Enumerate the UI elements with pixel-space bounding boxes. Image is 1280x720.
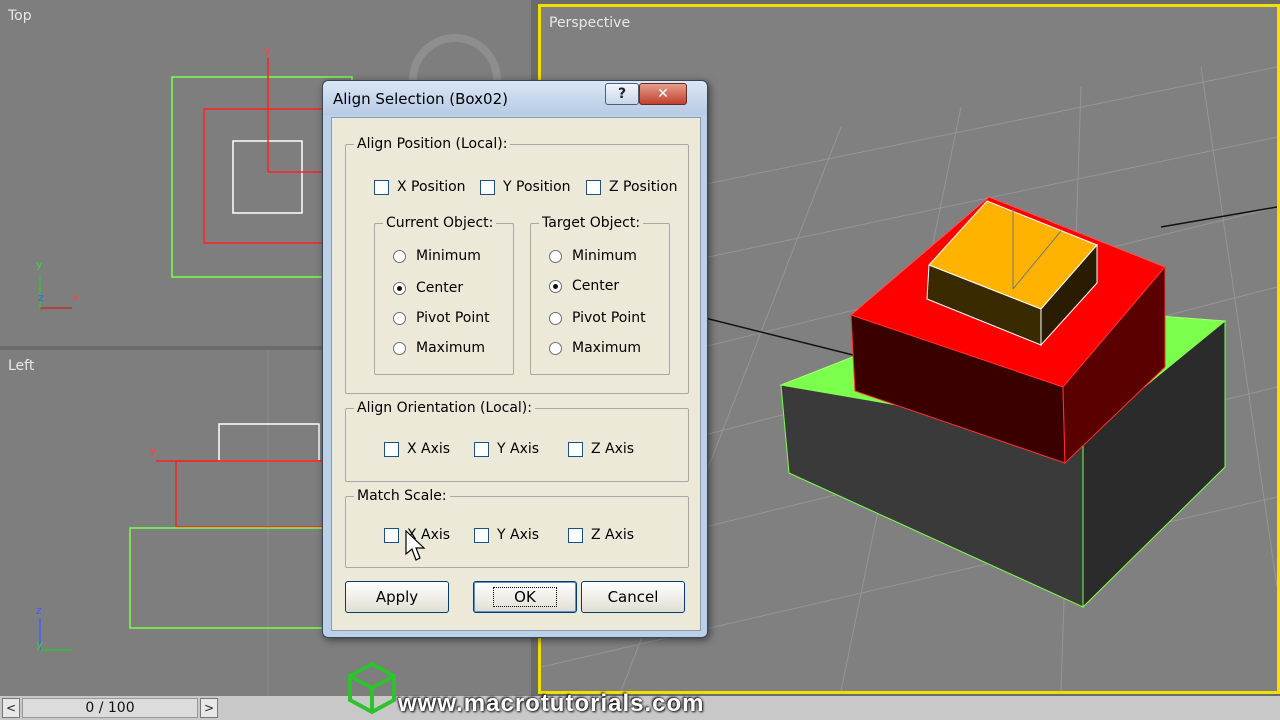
- align-orientation-title: Align Orientation (Local):: [354, 400, 535, 416]
- dialog-title: Align Selection (Box02): [333, 90, 508, 108]
- target-object-group: Target Object: Minimum Center Pivot Poin…: [530, 215, 670, 375]
- z-position-checkbox[interactable]: Z Position: [586, 179, 678, 195]
- ok-button-label: OK: [493, 587, 557, 607]
- target-maximum-radio[interactable]: Maximum: [549, 340, 641, 356]
- target-object-title: Target Object:: [539, 215, 644, 231]
- align-orientation-group: Align Orientation (Local): X Axis Y Axis…: [345, 400, 689, 482]
- x-position-box[interactable]: [374, 179, 389, 195]
- z-position-box[interactable]: [586, 179, 601, 195]
- y-position-label: Y Position: [503, 179, 571, 195]
- apply-button[interactable]: Apply: [345, 581, 449, 613]
- scale-y-axis-checkbox[interactable]: Y Axis: [474, 527, 539, 543]
- close-button[interactable]: ✕: [639, 83, 687, 105]
- time-prev-button[interactable]: <: [2, 698, 20, 718]
- x-position-checkbox[interactable]: X Position: [374, 179, 466, 195]
- help-button[interactable]: ?: [605, 83, 639, 105]
- mouse-pointer-icon: [405, 530, 426, 561]
- dialog-title-bar[interactable]: Align Selection (Box02) ? ✕: [323, 81, 707, 115]
- current-object-title: Current Object:: [383, 215, 497, 231]
- red-box-outline: [203, 108, 325, 244]
- white-box-side: [218, 423, 320, 462]
- orient-z-axis-checkbox[interactable]: Z Axis: [568, 441, 634, 457]
- y-position-checkbox[interactable]: Y Position: [480, 179, 571, 195]
- green-box-side: [129, 527, 331, 629]
- axis-y-label: y: [36, 258, 43, 271]
- orient-x-axis-checkbox[interactable]: X Axis: [384, 441, 450, 457]
- axis-x-label: x: [72, 291, 79, 304]
- align-position-group: Align Position (Local): X Position Y Pos…: [345, 136, 689, 394]
- axis-z-label: z: [38, 291, 44, 304]
- red-box-side: [175, 460, 327, 528]
- gizmo-y-label: y: [264, 44, 271, 57]
- gizmo-y-label-left: y: [150, 444, 157, 457]
- time-slider-track[interactable]: 0 / 100: [22, 698, 198, 718]
- cancel-button[interactable]: Cancel: [581, 581, 685, 613]
- orient-y-axis-checkbox[interactable]: Y Axis: [474, 441, 539, 457]
- target-pivot-point-radio[interactable]: Pivot Point: [549, 310, 646, 326]
- x-position-label: X Position: [397, 179, 466, 195]
- time-slider[interactable]: < 0 / 100 >: [2, 698, 218, 718]
- macrotutorials-cube-logo: [348, 661, 396, 715]
- match-scale-title: Match Scale:: [354, 488, 450, 504]
- world-axis-line-2: [1160, 206, 1277, 228]
- watermark-url: www.macrotutorials.com: [398, 690, 705, 717]
- axis-z-label-left: z: [36, 604, 42, 617]
- time-next-button[interactable]: >: [200, 698, 218, 718]
- align-position-title: Align Position (Local):: [354, 136, 511, 152]
- match-scale-group: Match Scale: X Axis Y Axis Z Axis: [345, 488, 689, 568]
- z-position-label: Z Position: [609, 179, 678, 195]
- current-center-radio[interactable]: Center: [393, 280, 463, 296]
- current-maximum-radio[interactable]: Maximum: [393, 340, 485, 356]
- current-pivot-point-radio[interactable]: Pivot Point: [393, 310, 490, 326]
- target-center-radio[interactable]: Center: [549, 278, 619, 294]
- y-position-box[interactable]: [480, 179, 495, 195]
- align-selection-dialog: Align Selection (Box02) ? ✕ Align Positi…: [322, 80, 708, 638]
- axis-y-label-left: y: [36, 638, 43, 651]
- current-minimum-radio[interactable]: Minimum: [393, 248, 481, 264]
- target-minimum-radio[interactable]: Minimum: [549, 248, 637, 264]
- ok-button[interactable]: OK: [473, 581, 577, 613]
- scale-z-axis-checkbox[interactable]: Z Axis: [568, 527, 634, 543]
- dialog-client-area: Align Position (Local): X Position Y Pos…: [331, 117, 701, 631]
- current-object-group: Current Object: Minimum Center Pivot Poi…: [374, 215, 514, 375]
